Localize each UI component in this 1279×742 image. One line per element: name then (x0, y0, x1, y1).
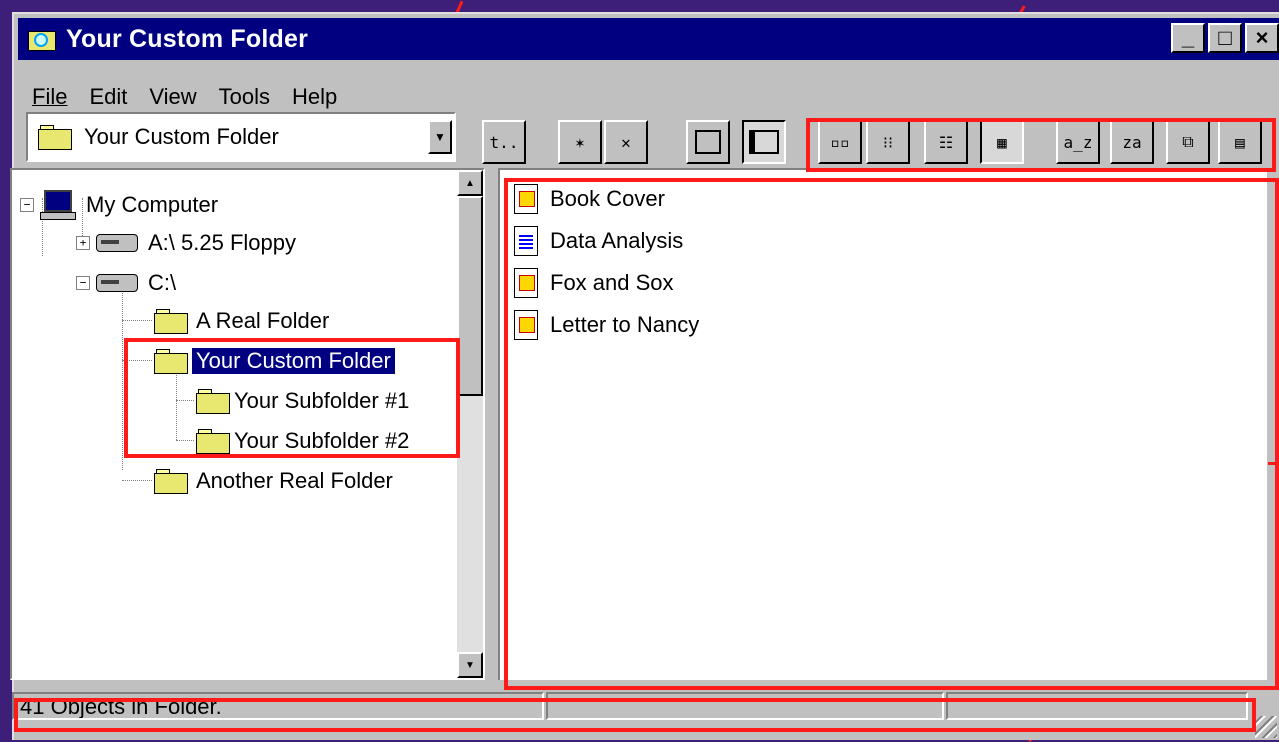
file-list[interactable]: Book Cover Data Analysis Fox and Sox Let… (498, 168, 1267, 680)
list-item-fox-and-sox[interactable]: Fox and Sox (514, 268, 674, 298)
list-item-letter-to-nancy[interactable]: Letter to Nancy (514, 310, 699, 340)
text-doc-icon (514, 226, 538, 256)
address-combobox[interactable]: Your Custom Folder ▼ (26, 112, 456, 162)
list-item-data-analysis[interactable]: Data Analysis (514, 226, 683, 256)
split-pane-button[interactable] (742, 120, 786, 164)
folder-icon (154, 309, 188, 334)
folder-tree[interactable]: − My Computer + A:\ 5.25 Floppy − C:\ A … (10, 168, 485, 680)
tree-item-my-computer[interactable]: − My Computer (20, 190, 222, 220)
menu-edit[interactable]: Edit (89, 84, 127, 110)
split-pane-icon (749, 130, 779, 154)
computer-icon (40, 190, 76, 220)
tree-scrollbar[interactable]: ▲ ▼ (457, 170, 483, 678)
tree-item-another-real-folder[interactable]: Another Real Folder (154, 468, 397, 494)
up-folder-button[interactable]: t.. (482, 120, 526, 164)
file-name: Data Analysis (550, 228, 684, 253)
image-doc-icon (514, 268, 538, 298)
image-doc-icon (514, 310, 538, 340)
tree-item-a-real-folder[interactable]: A Real Folder (154, 308, 333, 334)
tree-item-subfolder-1[interactable]: Your Subfolder #1 (196, 388, 409, 414)
tree-item-subfolder-2[interactable]: Your Subfolder #2 (196, 428, 409, 454)
tree-label: Your Custom Folder (191, 347, 396, 375)
scroll-thumb[interactable] (457, 196, 483, 396)
tree-label: Another Real Folder (196, 468, 393, 493)
resize-grip-icon[interactable] (1255, 716, 1277, 738)
tree-item-your-custom-folder[interactable]: Your Custom Folder (154, 347, 396, 375)
map-drive-button[interactable]: ✶ (558, 120, 602, 164)
image-doc-icon (514, 184, 538, 214)
tree-label: Your Subfolder #2 (234, 428, 410, 453)
disconnect-drive-button[interactable]: ✕ (604, 120, 648, 164)
large-icons-button[interactable]: ▫▫ (818, 120, 862, 164)
list-view-button[interactable]: ☷ (924, 120, 968, 164)
tree-label: A:\ 5.25 Floppy (148, 230, 296, 255)
tree-label: C:\ (148, 270, 177, 295)
collapse-icon[interactable]: − (76, 276, 90, 290)
tree-label: A Real Folder (196, 308, 330, 333)
tree-label: Your Subfolder #1 (234, 388, 410, 413)
address-value: Your Custom Folder (84, 124, 279, 149)
file-name: Fox and Sox (550, 270, 674, 295)
details-view-button[interactable]: ▦ (980, 120, 1024, 164)
folder-search-icon (28, 27, 56, 51)
scroll-up-icon[interactable]: ▲ (457, 170, 483, 196)
status-object-count: 41 Objects in Folder. (12, 692, 544, 720)
find-button[interactable]: ⧉ (1166, 120, 1210, 164)
dropdown-arrow-icon[interactable]: ▼ (428, 120, 452, 154)
small-icons-button[interactable]: ⁝⁝ (866, 120, 910, 164)
hard-drive-icon (96, 274, 138, 292)
maximize-button[interactable]: □ (1208, 23, 1242, 53)
file-name: Letter to Nancy (550, 312, 700, 337)
status-bar: 41 Objects in Folder. (4, 688, 1248, 724)
single-pane-button[interactable] (686, 120, 730, 164)
menu-view[interactable]: View (149, 84, 196, 110)
expand-icon[interactable]: + (76, 236, 90, 250)
tree-label: My Computer (86, 192, 219, 217)
minimize-button[interactable]: _ (1171, 23, 1205, 53)
folder-icon (154, 349, 188, 374)
title-bar[interactable]: Your Custom Folder _ □ × (18, 18, 1279, 60)
properties-button[interactable]: ▤ (1218, 120, 1262, 164)
up-folder-icon: t.. (489, 132, 519, 152)
file-name: Book Cover (550, 186, 665, 211)
sort-descending-button[interactable]: za (1110, 120, 1154, 164)
scroll-down-icon[interactable]: ▼ (457, 652, 483, 678)
menu-tools[interactable]: Tools (219, 84, 270, 110)
status-panel-3 (946, 692, 1248, 720)
floppy-drive-icon (96, 234, 138, 252)
status-panel-2 (546, 692, 944, 720)
collapse-icon[interactable]: − (20, 198, 34, 212)
sort-ascending-button[interactable]: a̲z (1056, 120, 1100, 164)
window-title: Your Custom Folder (66, 24, 309, 53)
list-item-book-cover[interactable]: Book Cover (514, 184, 665, 214)
folder-icon (196, 389, 230, 414)
close-button[interactable]: × (1245, 23, 1279, 53)
annotation-tick-right (1268, 462, 1279, 465)
open-folder-icon (38, 125, 72, 150)
tree-item-drive-a[interactable]: + A:\ 5.25 Floppy (76, 230, 300, 256)
menu-help[interactable]: Help (292, 84, 337, 110)
menu-bar: File Edit View Tools Help (32, 84, 337, 110)
folder-icon (154, 469, 188, 494)
tree-item-drive-c[interactable]: − C:\ (76, 270, 180, 296)
single-pane-icon (695, 130, 721, 154)
folder-icon (196, 429, 230, 454)
menu-file[interactable]: File (32, 84, 67, 110)
